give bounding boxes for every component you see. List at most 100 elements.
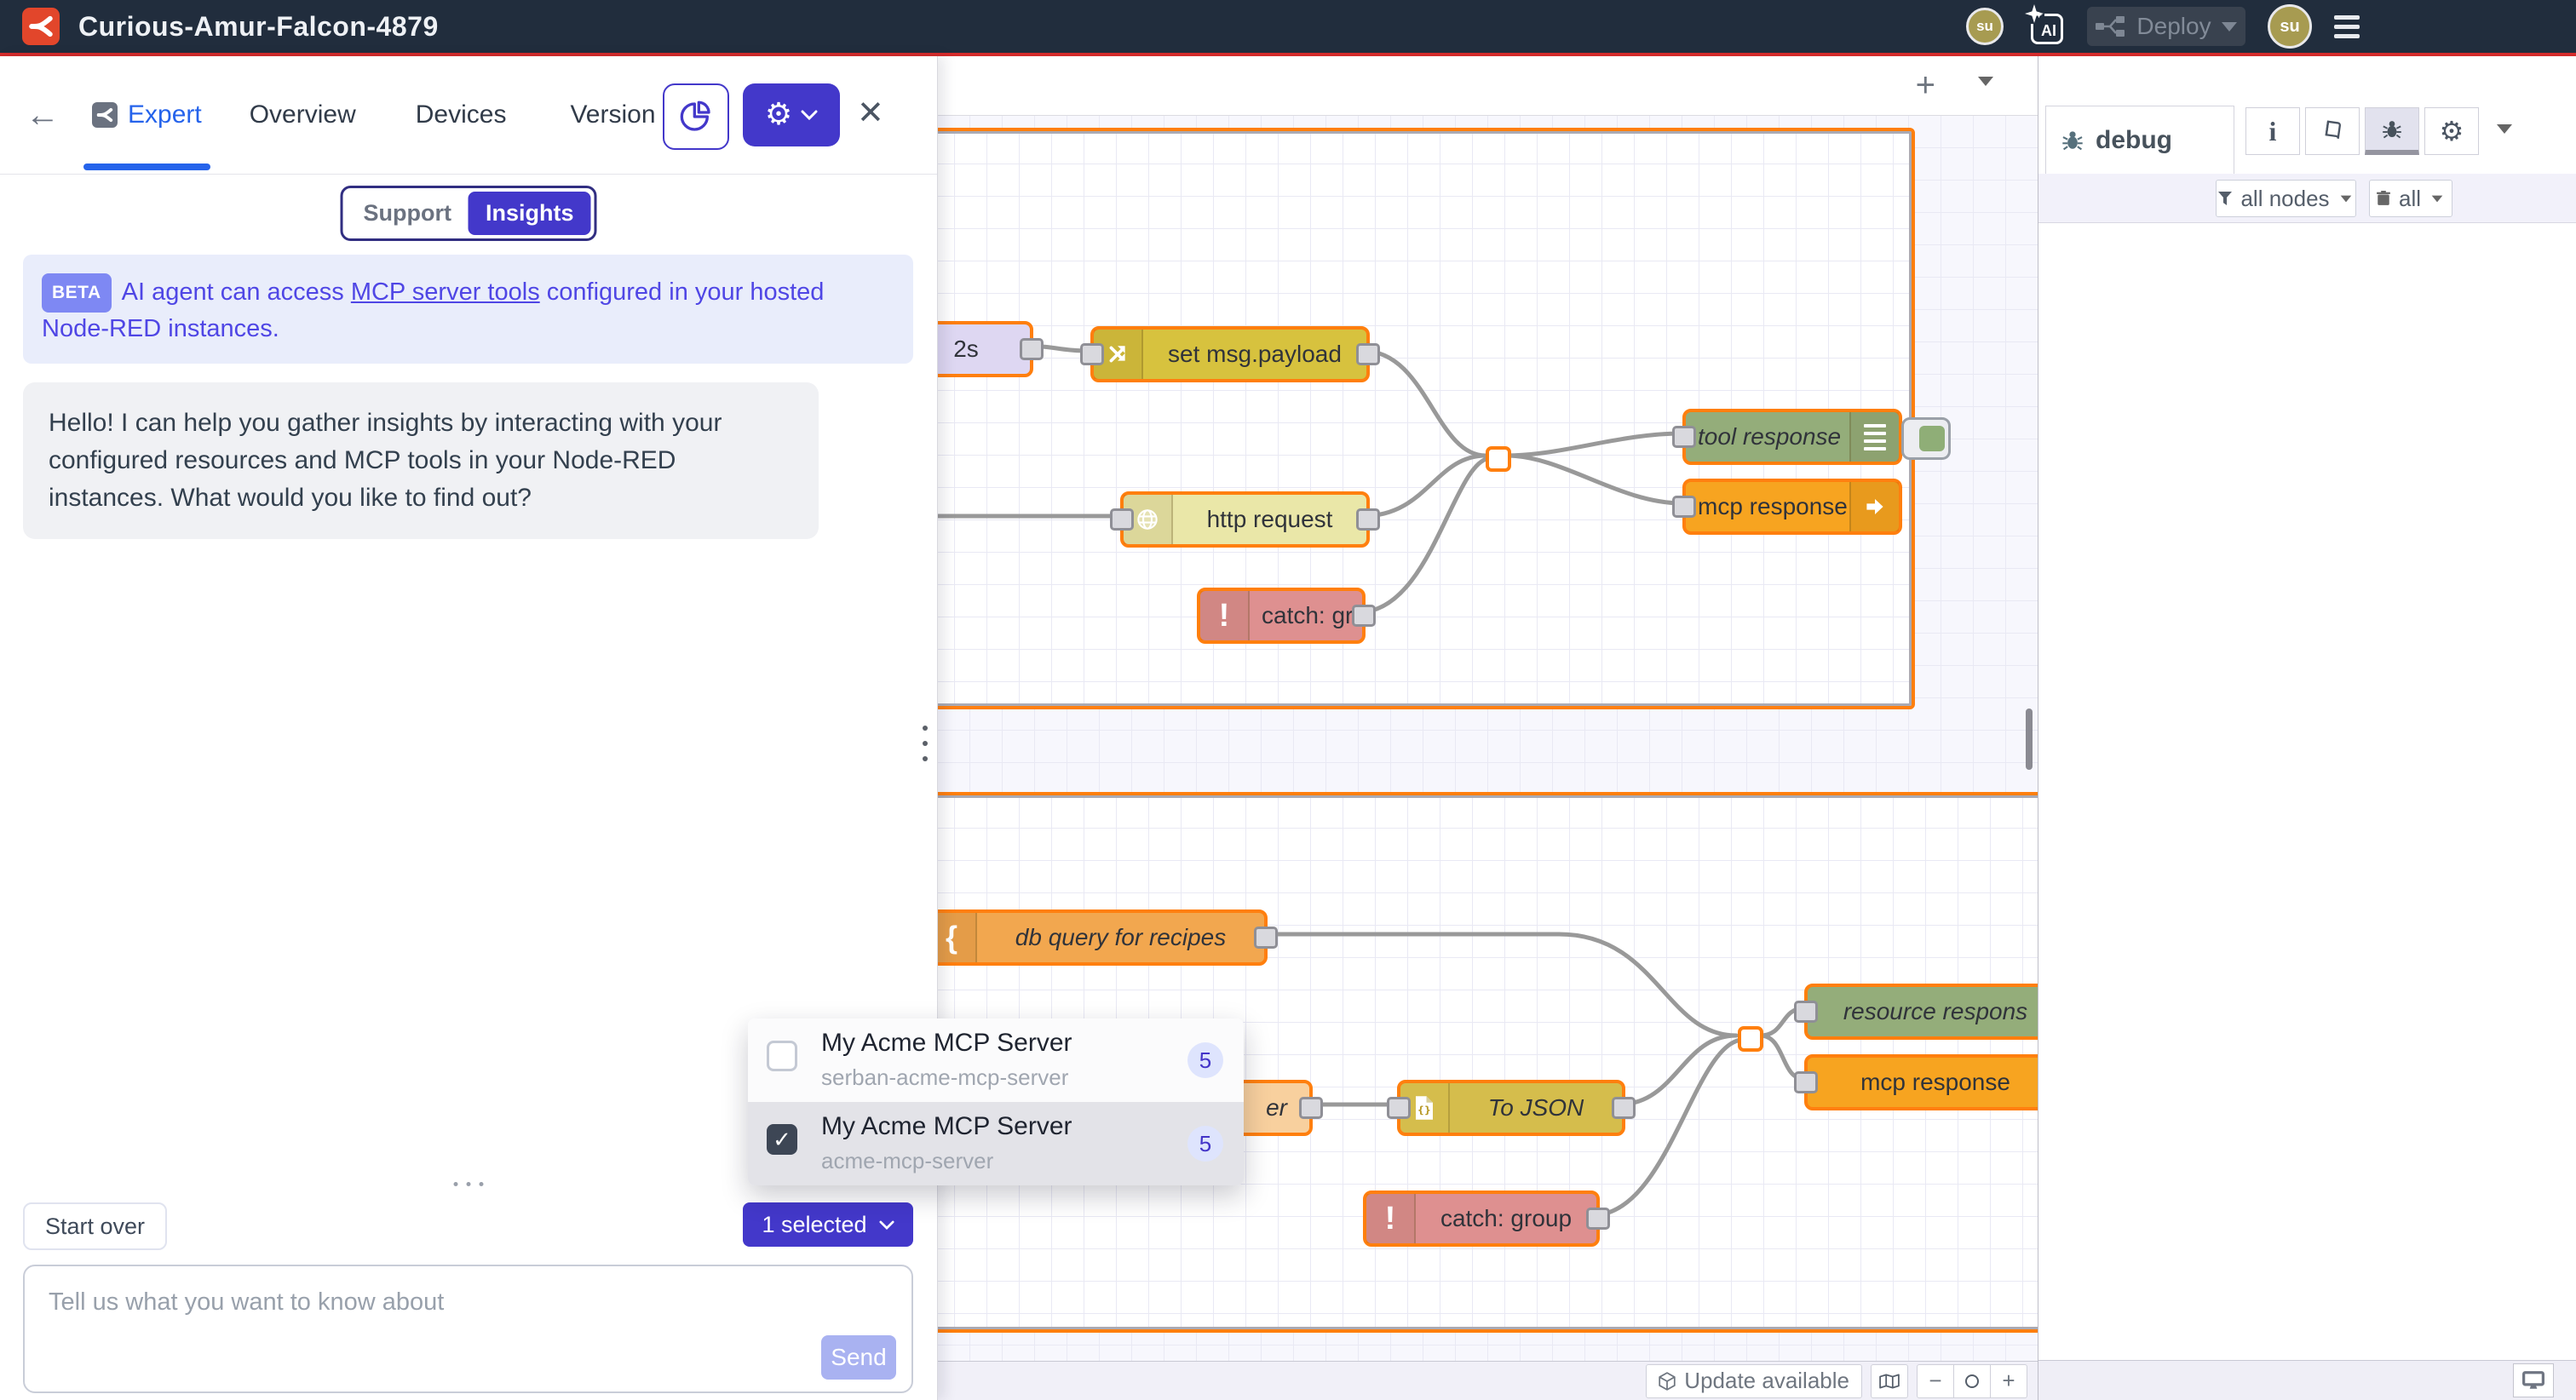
- wire-junction[interactable]: [1738, 1026, 1763, 1052]
- zoom-in-button[interactable]: +: [1991, 1364, 2027, 1398]
- input-port[interactable]: [1672, 426, 1696, 448]
- sidebar-tabrow: debug i ⚙: [2038, 56, 2576, 174]
- checkbox-checked[interactable]: ✓: [767, 1124, 797, 1155]
- avatar-small[interactable]: su: [1966, 8, 2004, 45]
- open-in-window-button[interactable]: [2513, 1363, 2554, 1397]
- input-port[interactable]: [1794, 1001, 1818, 1023]
- input-port[interactable]: [1672, 496, 1696, 518]
- gear-icon: ⚙: [765, 100, 792, 130]
- assistant-tabbar: ← Expert Overview Devices Version » ⚙ ✕: [0, 56, 937, 175]
- node-label: To JSON: [1450, 1094, 1622, 1122]
- output-port[interactable]: [1356, 508, 1380, 531]
- server-name: My Acme MCP Server: [821, 1112, 1072, 1141]
- debug-footer: [2038, 1360, 2576, 1400]
- output-port[interactable]: [1254, 927, 1278, 949]
- panel-divider-handle[interactable]: [923, 726, 928, 761]
- panel-resize-handle[interactable]: [454, 1182, 484, 1186]
- output-port[interactable]: [1299, 1097, 1323, 1119]
- input-port[interactable]: [1387, 1097, 1411, 1119]
- debug-filter-button[interactable]: all nodes: [2216, 180, 2356, 217]
- debug-tab[interactable]: debug: [2045, 106, 2234, 174]
- tab-overview[interactable]: Overview: [241, 56, 365, 174]
- tab-devices[interactable]: Devices: [407, 56, 515, 174]
- output-port[interactable]: [1612, 1097, 1636, 1119]
- flowfuse-logo-icon[interactable]: [22, 8, 60, 45]
- input-port[interactable]: [1080, 343, 1104, 365]
- back-arrow-icon[interactable]: ←: [26, 98, 60, 132]
- arrow-out-icon: [1849, 482, 1899, 531]
- debug-tab-button[interactable]: [2365, 107, 2419, 155]
- node-label: tool response: [1686, 423, 1849, 450]
- zoom-out-button[interactable]: −: [1917, 1364, 1954, 1398]
- node-resource-response[interactable]: resource respons: [1804, 984, 2038, 1040]
- add-flow-button[interactable]: +: [1916, 68, 1935, 102]
- update-available-button[interactable]: Update available: [1646, 1364, 1862, 1398]
- node-catch-group-2[interactable]: ! catch: group: [1363, 1191, 1600, 1247]
- debug-clear-button[interactable]: all: [2369, 180, 2452, 217]
- output-port[interactable]: [1586, 1208, 1610, 1230]
- node-mcp-response[interactable]: mcp response: [1682, 479, 1902, 535]
- minimap-button[interactable]: [1871, 1364, 1908, 1398]
- debug-enable-toggle[interactable]: [1901, 417, 1951, 460]
- chat-input[interactable]: [25, 1266, 911, 1391]
- toggle-insights[interactable]: Insights: [469, 192, 591, 235]
- tab-expert-label: Expert: [128, 100, 202, 129]
- tab-overview-label: Overview: [250, 100, 356, 129]
- tab-version-label: Version: [570, 100, 655, 129]
- close-icon[interactable]: ✕: [857, 97, 884, 129]
- server-option[interactable]: My Acme MCP Server serban-acme-mcp-serve…: [748, 1018, 1244, 1102]
- debug-tab-label: debug: [2096, 126, 2172, 155]
- send-button[interactable]: Send: [821, 1335, 896, 1380]
- node-label: catch: group: [1416, 1205, 1596, 1232]
- settings-tab-button[interactable]: ⚙: [2424, 107, 2479, 155]
- node-to-json[interactable]: {} To JSON: [1397, 1080, 1625, 1136]
- beta-text-before: AI agent can access: [122, 278, 351, 306]
- tab-version[interactable]: Version: [561, 56, 664, 174]
- help-tab-button[interactable]: [2305, 107, 2360, 155]
- node-catch-group[interactable]: ! catch: group: [1197, 588, 1366, 644]
- zoom-reset-button[interactable]: [1954, 1364, 1991, 1398]
- brace-icon: {: [937, 913, 977, 962]
- sidebar-overflow-caret[interactable]: [2497, 123, 2512, 138]
- canvas-footer: Update available − +: [937, 1361, 2038, 1400]
- tab-expert[interactable]: Expert: [83, 56, 210, 174]
- canvas-scrollbar[interactable]: [2026, 709, 2033, 770]
- toggle-support[interactable]: Support: [347, 192, 469, 235]
- debug-output-icon: [1849, 412, 1899, 462]
- info-tab-button[interactable]: i: [2245, 107, 2300, 155]
- assistant-settings-button[interactable]: ⚙: [743, 83, 840, 146]
- ai-assistant-icon[interactable]: AI: [2026, 7, 2065, 46]
- node-mcp-response-2[interactable]: mcp response: [1804, 1054, 2038, 1110]
- input-port[interactable]: [1794, 1071, 1818, 1093]
- insights-chart-button[interactable]: [663, 83, 729, 150]
- node-set-msg-payload[interactable]: set msg.payload: [1090, 326, 1370, 382]
- wire-junction[interactable]: [1486, 446, 1511, 472]
- hamburger-menu-icon[interactable]: [2334, 15, 2360, 38]
- checkbox-unchecked[interactable]: [767, 1041, 797, 1071]
- node-inject-2s[interactable]: 2s: [937, 321, 1033, 377]
- node-http-request[interactable]: http request: [1120, 491, 1370, 548]
- instance-title: Curious-Amur-Falcon-4879: [78, 11, 439, 43]
- input-port[interactable]: [1110, 508, 1134, 531]
- server-name: My Acme MCP Server: [821, 1029, 1072, 1058]
- mcp-server-tools-link[interactable]: MCP server tools: [351, 278, 540, 306]
- output-port[interactable]: [1352, 605, 1376, 627]
- start-over-button[interactable]: Start over: [23, 1202, 167, 1250]
- bug-icon: [2382, 119, 2402, 140]
- deploy-button[interactable]: Deploy: [2087, 7, 2245, 46]
- node-label: set msg.payload: [1143, 341, 1366, 368]
- assistant-panel: ← Expert Overview Devices Version » ⚙ ✕: [0, 56, 938, 1400]
- package-icon: [1659, 1372, 1676, 1391]
- server-option-selected[interactable]: ✓ My Acme MCP Server acme-mcp-server 5: [748, 1102, 1244, 1185]
- flow-list-caret[interactable]: [1978, 75, 1993, 90]
- monitor-icon: [2522, 1371, 2544, 1390]
- node-db-query[interactable]: { db query for recipes: [937, 909, 1268, 966]
- output-port[interactable]: [1356, 343, 1380, 365]
- node-tool-response-debug[interactable]: tool response: [1682, 409, 1902, 465]
- exclamation-icon: !: [1200, 591, 1250, 640]
- avatar-user[interactable]: su: [2268, 4, 2312, 49]
- workspace-tabbar: +: [937, 56, 2038, 116]
- deploy-caret-icon[interactable]: [2222, 22, 2237, 32]
- server-selection-button[interactable]: 1 selected: [743, 1202, 913, 1247]
- output-port[interactable]: [1020, 338, 1044, 360]
